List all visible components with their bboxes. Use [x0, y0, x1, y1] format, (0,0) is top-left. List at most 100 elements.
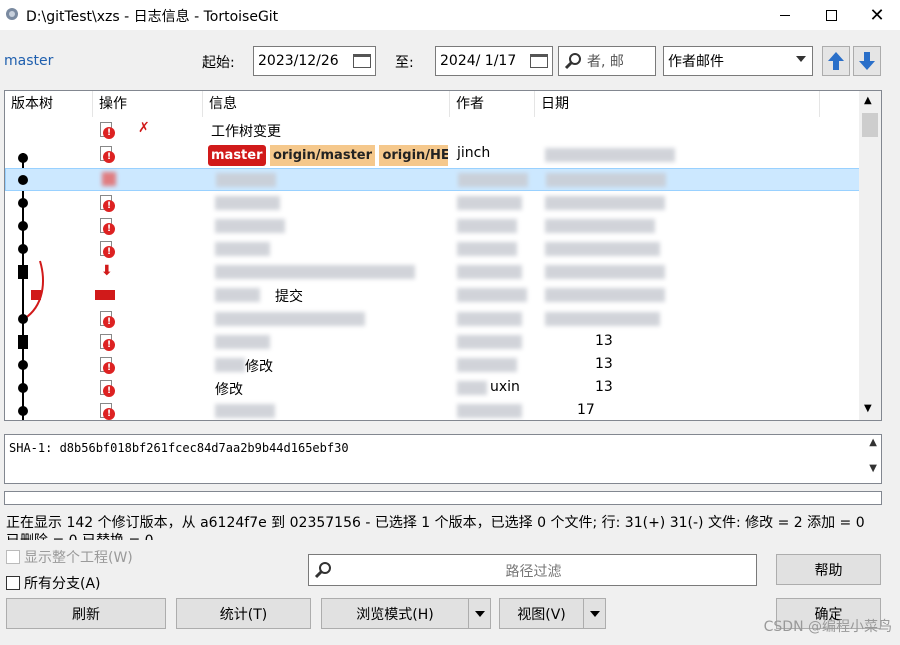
table-row[interactable]: ! [5, 308, 860, 331]
row-date: 13 [595, 356, 613, 372]
revision-log-list[interactable]: 版本树 操作 信息 作者 日期 ! ✗ 工作树变更 ! master origi… [4, 90, 882, 421]
filter-field-value: 作者邮件 [668, 54, 724, 70]
commit-node [18, 383, 28, 393]
table-row[interactable]: ! master origin/master origin/HEAD jinch [5, 143, 860, 166]
browse-mode-button[interactable]: 浏览模式(H) [321, 598, 491, 629]
window-title: D:\gitTest\xzs - 日志信息 - TortoiseGit [26, 9, 279, 25]
table-row[interactable]: ! 17 [5, 400, 860, 420]
chevron-up-icon[interactable]: ▲ [864, 95, 872, 106]
column-header-author[interactable]: 作者 [450, 91, 535, 117]
redacted-author [457, 381, 487, 395]
log-vertical-scrollbar[interactable]: ▲ ▼ [859, 91, 881, 420]
ref-label-origin-master[interactable]: origin/master [269, 145, 376, 166]
redacted-author [457, 312, 522, 326]
redacted-message [215, 358, 245, 372]
row-date: 13 [595, 333, 613, 349]
chevron-down-icon [589, 610, 600, 617]
commit-node [18, 198, 28, 208]
view-button[interactable]: 视图(V) [499, 598, 606, 629]
arrow-up-icon [828, 52, 844, 70]
table-row[interactable]: 提交 [5, 284, 860, 307]
close-icon: ✕ [869, 4, 885, 26]
table-row[interactable]: ! ✗ 工作树变更 [5, 119, 860, 142]
merge-node [18, 265, 28, 279]
view-label: 视图(V) [517, 606, 566, 623]
row-author: uxin [490, 379, 520, 395]
redacted-date [545, 242, 660, 256]
show-whole-project-option[interactable]: 显示整个工程(W) [6, 547, 133, 567]
all-branches-option[interactable]: 所有分支(A) [6, 573, 101, 593]
redacted-author [457, 219, 517, 233]
modified-file-icon: ! [100, 334, 115, 351]
table-row[interactable]: ! 13 [5, 331, 860, 354]
title-bar: D:\gitTest\xzs - 日志信息 - TortoiseGit ✕ [0, 0, 900, 30]
to-date-picker[interactable]: 2024/ 1/17 [435, 46, 553, 76]
show-whole-project-label: 显示整个工程(W) [24, 550, 133, 566]
redacted-message [215, 335, 270, 349]
scroll-down-button[interactable] [853, 46, 881, 76]
commit-node [18, 153, 28, 163]
row-date: 17 [577, 402, 595, 418]
from-date-picker[interactable]: 2023/12/26 [253, 46, 376, 76]
redacted-message [215, 219, 285, 233]
redacted-message [215, 196, 280, 210]
all-branches-label: 所有分支(A) [24, 576, 101, 592]
commit-node [18, 244, 28, 254]
redacted-author [457, 404, 522, 418]
ref-label-master[interactable]: master [208, 145, 266, 166]
redacted-message [215, 288, 260, 302]
minimize-button[interactable] [762, 0, 808, 30]
table-row-selected[interactable] [5, 168, 860, 191]
path-filter-input[interactable]: 路径过滤 [308, 554, 757, 586]
scrollbar-thumb[interactable] [862, 113, 878, 137]
chevron-down-icon [474, 610, 485, 617]
redacted-date [545, 265, 665, 279]
changed-files-list-header[interactable] [4, 491, 882, 505]
table-row[interactable]: ! 修改 uxin 13 [5, 377, 860, 400]
statistics-button[interactable]: 统计(T) [176, 598, 311, 629]
ref-label-origin-head[interactable]: origin/HEAD [379, 145, 448, 166]
redacted-author [457, 358, 517, 372]
column-header-date[interactable]: 日期 [535, 91, 820, 117]
column-header-graph[interactable]: 版本树 [5, 91, 93, 117]
status-line-1: 正在显示 142 个修订版本，从 a6124f7e 到 02357156 - 已… [6, 515, 865, 531]
watermark: CSDN @编程小菜鸟 [763, 619, 892, 635]
delete-icon: ✗ [138, 120, 150, 136]
column-header-actions[interactable]: 操作 [93, 91, 203, 117]
search-input[interactable]: 者, 邮 [558, 46, 656, 76]
modified-file-icon: ! [100, 403, 115, 420]
row-message: 修改 [215, 382, 243, 398]
redacted-date [545, 219, 655, 233]
row-message: 工作树变更 [211, 124, 281, 140]
status-text: 正在显示 142 个修订版本，从 a6124f7e 到 02357156 - 已… [6, 514, 886, 540]
filter-field-select[interactable]: 作者邮件 [663, 46, 813, 76]
view-dropdown[interactable] [583, 599, 605, 628]
table-row[interactable]: ! 修改 13 [5, 354, 860, 377]
redacted-date [545, 148, 675, 162]
modified-file-icon: ! [100, 122, 115, 139]
commit-node [18, 175, 28, 185]
commit-details-box[interactable]: SHA-1: d8b56bf018bf261fcec84d7aa2b9b44d1… [4, 434, 882, 484]
chevron-up-icon[interactable]: ▲ [869, 437, 877, 448]
redacted-date [545, 312, 660, 326]
redacted-message [215, 404, 275, 418]
search-icon [564, 53, 581, 70]
browse-mode-dropdown[interactable] [468, 599, 490, 628]
commit-sha: SHA-1: d8b56bf018bf261fcec84d7aa2b9b44d1… [9, 441, 349, 455]
column-header-message[interactable]: 信息 [203, 91, 450, 117]
current-branch-link[interactable]: master [4, 53, 53, 69]
redacted-icon [102, 172, 116, 186]
table-row[interactable]: ! [5, 238, 860, 261]
table-row[interactable]: ⬇ [5, 261, 860, 284]
refresh-button[interactable]: 刷新 [6, 598, 166, 629]
table-row[interactable]: ! [5, 215, 860, 238]
scroll-up-button[interactable] [822, 46, 850, 76]
close-button[interactable]: ✕ [854, 0, 900, 30]
help-button[interactable]: 帮助 [776, 554, 881, 585]
maximize-button[interactable] [808, 0, 854, 30]
chevron-down-icon[interactable]: ▼ [869, 463, 877, 474]
table-row[interactable]: ! [5, 192, 860, 215]
arrow-down-icon [859, 52, 875, 70]
chevron-down-icon[interactable]: ▼ [864, 403, 872, 414]
browse-mode-label: 浏览模式(H) [356, 606, 434, 623]
